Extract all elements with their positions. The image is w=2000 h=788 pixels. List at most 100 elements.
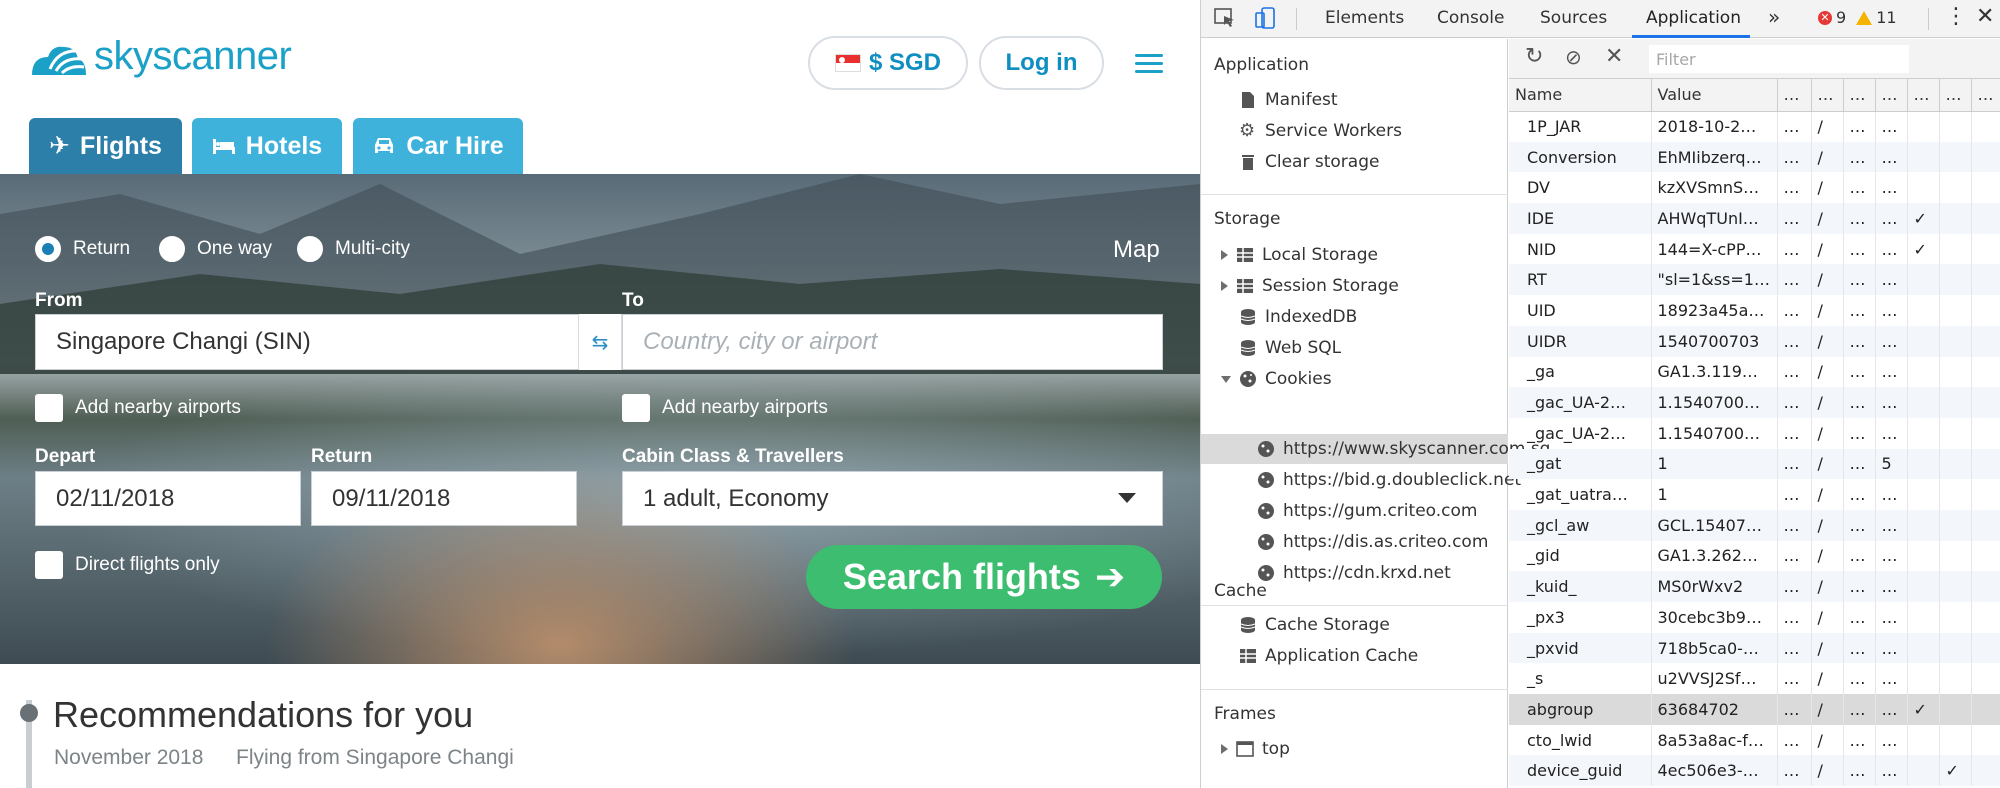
table-row[interactable]: _px3 30cebc3b9…… /…… <box>1509 602 2000 633</box>
sidebar-item-cookies[interactable]: Cookies <box>1221 369 1332 389</box>
sidebar-item-local-storage[interactable]: Local Storage <box>1221 245 1378 265</box>
table-row[interactable]: _gat_uatra… 1… /…… <box>1509 479 2000 510</box>
cookie-domain-item[interactable]: https://dis.as.criteo.com <box>1257 532 1488 552</box>
table-row[interactable]: NID 144=X-cPP…… /…… ✓ <box>1509 233 2000 265</box>
clear-all-icon[interactable]: ⊘ <box>1565 45 1582 69</box>
inspect-element-icon[interactable] <box>1213 7 1237 29</box>
table-row[interactable]: _gac_UA-2… 1.1540700…… /…… <box>1509 417 2000 449</box>
sidebar-item-session-storage[interactable]: Session Storage <box>1221 276 1399 296</box>
devtools-menu-icon[interactable]: ⋮ <box>1945 4 1967 29</box>
tab-car-hire[interactable]: Car Hire <box>353 118 523 174</box>
add-nearby-to-checkbox[interactable]: Add nearby airports <box>622 394 828 422</box>
collapse-arrow-icon[interactable] <box>1221 375 1231 383</box>
cookie-name-cell: _gcl_aw <box>1509 509 1652 541</box>
sidebar-item-cache-storage[interactable]: Cache Storage <box>1239 615 1390 635</box>
sidebar-item-web-sql[interactable]: Web SQL <box>1239 338 1341 358</box>
cookie-domain-item[interactable]: https://cdn.krxd.net <box>1257 563 1451 583</box>
cookie-domain-item[interactable]: https://www.skyscanner.com.sg <box>1257 439 1550 459</box>
refresh-icon[interactable]: ↻ <box>1525 44 1543 69</box>
table-row[interactable]: UID 18923a45a…… /…… <box>1509 295 2000 326</box>
cookie-attr-cell: … <box>1777 755 1812 787</box>
table-row[interactable]: _s u2VVSJ2Sf…… /…… <box>1509 663 2000 695</box>
column-header[interactable]: … <box>1971 79 2000 112</box>
table-row[interactable]: 1P_JAR 2018-10-2…… /…… <box>1509 111 2000 142</box>
close-devtools-icon[interactable]: ✕ <box>1976 4 1994 29</box>
column-header-name[interactable]: Name <box>1509 79 1652 112</box>
skyscanner-logo-icon <box>32 46 86 75</box>
from-input[interactable]: Singapore Changi (SIN) <box>35 314 580 370</box>
tab-flights[interactable]: ✈ Flights <box>29 118 182 174</box>
expand-arrow-icon[interactable] <box>1221 250 1228 260</box>
tab-sources[interactable]: Sources <box>1540 8 1607 28</box>
table-row[interactable]: Conversion EhMIibzerq…… /…… <box>1509 141 2000 173</box>
tab-application[interactable]: Application <box>1646 8 1741 28</box>
column-header[interactable]: … <box>1939 79 1972 112</box>
table-row[interactable]: IDE AHWqTUnI…… /…… ✓ <box>1509 203 2000 234</box>
filter-input[interactable]: Filter <box>1649 45 1909 73</box>
table-row[interactable]: abgroup 63684702… /…… ✓ <box>1509 694 2000 725</box>
cookie-attr-cell: / <box>1811 264 1844 296</box>
table-row[interactable]: RT "sl=1&ss=1…… /…… <box>1509 264 2000 296</box>
column-header[interactable]: … <box>1777 79 1812 112</box>
cookie-attr-cell <box>1939 694 1972 725</box>
skyscanner-logo[interactable]: skyscanner <box>28 34 292 79</box>
table-row[interactable]: _gcl_aw GCL.15407…… /…… <box>1509 509 2000 541</box>
currency-button[interactable]: $ SGD <box>808 36 968 90</box>
trip-type-multi-city[interactable]: Multi-city <box>297 236 410 262</box>
to-input[interactable]: Country, city or airport <box>622 314 1163 370</box>
expand-arrow-icon[interactable] <box>1221 281 1228 291</box>
cookie-domain-item[interactable]: https://bid.g.doubleclick.net <box>1257 470 1521 490</box>
table-row[interactable]: device_guid 4ec506e3-…… /…… ✓ <box>1509 755 2000 787</box>
table-row[interactable]: _gat 1… /… 5 <box>1509 448 2000 480</box>
sidebar-item-service-workers[interactable]: ⚙ Service Workers <box>1239 121 1402 141</box>
cookie-attr-cell <box>1939 571 1972 602</box>
cookie-attr-cell: … <box>1843 571 1876 602</box>
add-nearby-from-checkbox[interactable]: Add nearby airports <box>35 394 241 422</box>
sidebar-item-manifest[interactable]: Manifest <box>1239 90 1338 110</box>
table-row[interactable]: DV kzXVSmnS…… /…… <box>1509 172 2000 204</box>
search-flights-button[interactable]: Search flights ➔ <box>806 545 1162 609</box>
map-link[interactable]: Map <box>1113 236 1160 264</box>
login-button[interactable]: Log in <box>979 36 1104 90</box>
table-row[interactable]: _gac_UA-2… 1.1540700…… /…… <box>1509 387 2000 418</box>
tab-console[interactable]: Console <box>1437 8 1505 28</box>
error-count-badge[interactable]: ✕ 9 11 <box>1818 8 1897 27</box>
column-header[interactable]: … <box>1811 79 1844 112</box>
table-row[interactable]: _pxvid 718b5ca0-…… /…… <box>1509 632 2000 664</box>
table-row[interactable]: cto_lwid 8a53a8ac-f…… /…… <box>1509 724 2000 756</box>
table-row[interactable]: _ga GA1.3.119…… /…… <box>1509 356 2000 388</box>
cookies-panel: ↻ ⊘ ✕ Filter Name Value … … … … … … … 1P… <box>1509 39 2000 788</box>
tab-hotels[interactable]: Hotels <box>192 118 342 174</box>
column-header[interactable]: … <box>1907 79 1940 112</box>
filter-placeholder: Filter <box>1656 49 1696 69</box>
cookie-domain-item[interactable]: https://gum.criteo.com <box>1257 501 1477 521</box>
column-header-value[interactable]: Value <box>1651 79 1778 112</box>
menu-hamburger-icon[interactable] <box>1135 54 1163 74</box>
direct-flights-checkbox[interactable]: Direct flights only <box>35 551 220 579</box>
cabin-travellers-value: 1 adult, Economy <box>643 484 829 512</box>
sidebar-item-indexeddb[interactable]: IndexedDB <box>1239 307 1357 327</box>
depart-date-input[interactable]: 02/11/2018 <box>35 471 301 526</box>
expand-arrow-icon[interactable] <box>1221 744 1228 754</box>
table-row[interactable]: _kuid_ MS0rWxv2… /…… <box>1509 571 2000 602</box>
trip-type-return[interactable]: Return <box>35 236 130 262</box>
more-tabs-icon[interactable]: » <box>1768 5 1780 29</box>
cookie-attr-cell: … <box>1843 111 1876 142</box>
cookie-icon <box>1258 503 1274 519</box>
return-date-input[interactable]: 09/11/2018 <box>311 471 577 526</box>
cookie-attr-cell <box>1939 295 1972 326</box>
tab-elements[interactable]: Elements <box>1325 8 1404 28</box>
sidebar-item-clear-storage[interactable]: Clear storage <box>1239 152 1379 172</box>
swap-airports-icon[interactable]: ⇆ <box>578 314 622 370</box>
column-header[interactable]: … <box>1843 79 1876 112</box>
trip-type-one-way[interactable]: One way <box>159 236 272 262</box>
cabin-travellers-select[interactable]: 1 adult, Economy <box>622 471 1163 526</box>
sidebar-item-frame-top[interactable]: top <box>1221 739 1290 759</box>
table-row[interactable]: _gid GA1.3.262…… /…… <box>1509 540 2000 572</box>
delete-selected-icon[interactable]: ✕ <box>1605 44 1623 69</box>
device-toolbar-icon[interactable] <box>1253 7 1277 29</box>
sidebar-item-application-cache[interactable]: Application Cache <box>1239 646 1418 666</box>
table-row[interactable]: UIDR 1540700703… /…… <box>1509 325 2000 357</box>
cookie-attr-cell <box>1939 203 1972 234</box>
column-header[interactable]: … <box>1875 79 1908 112</box>
